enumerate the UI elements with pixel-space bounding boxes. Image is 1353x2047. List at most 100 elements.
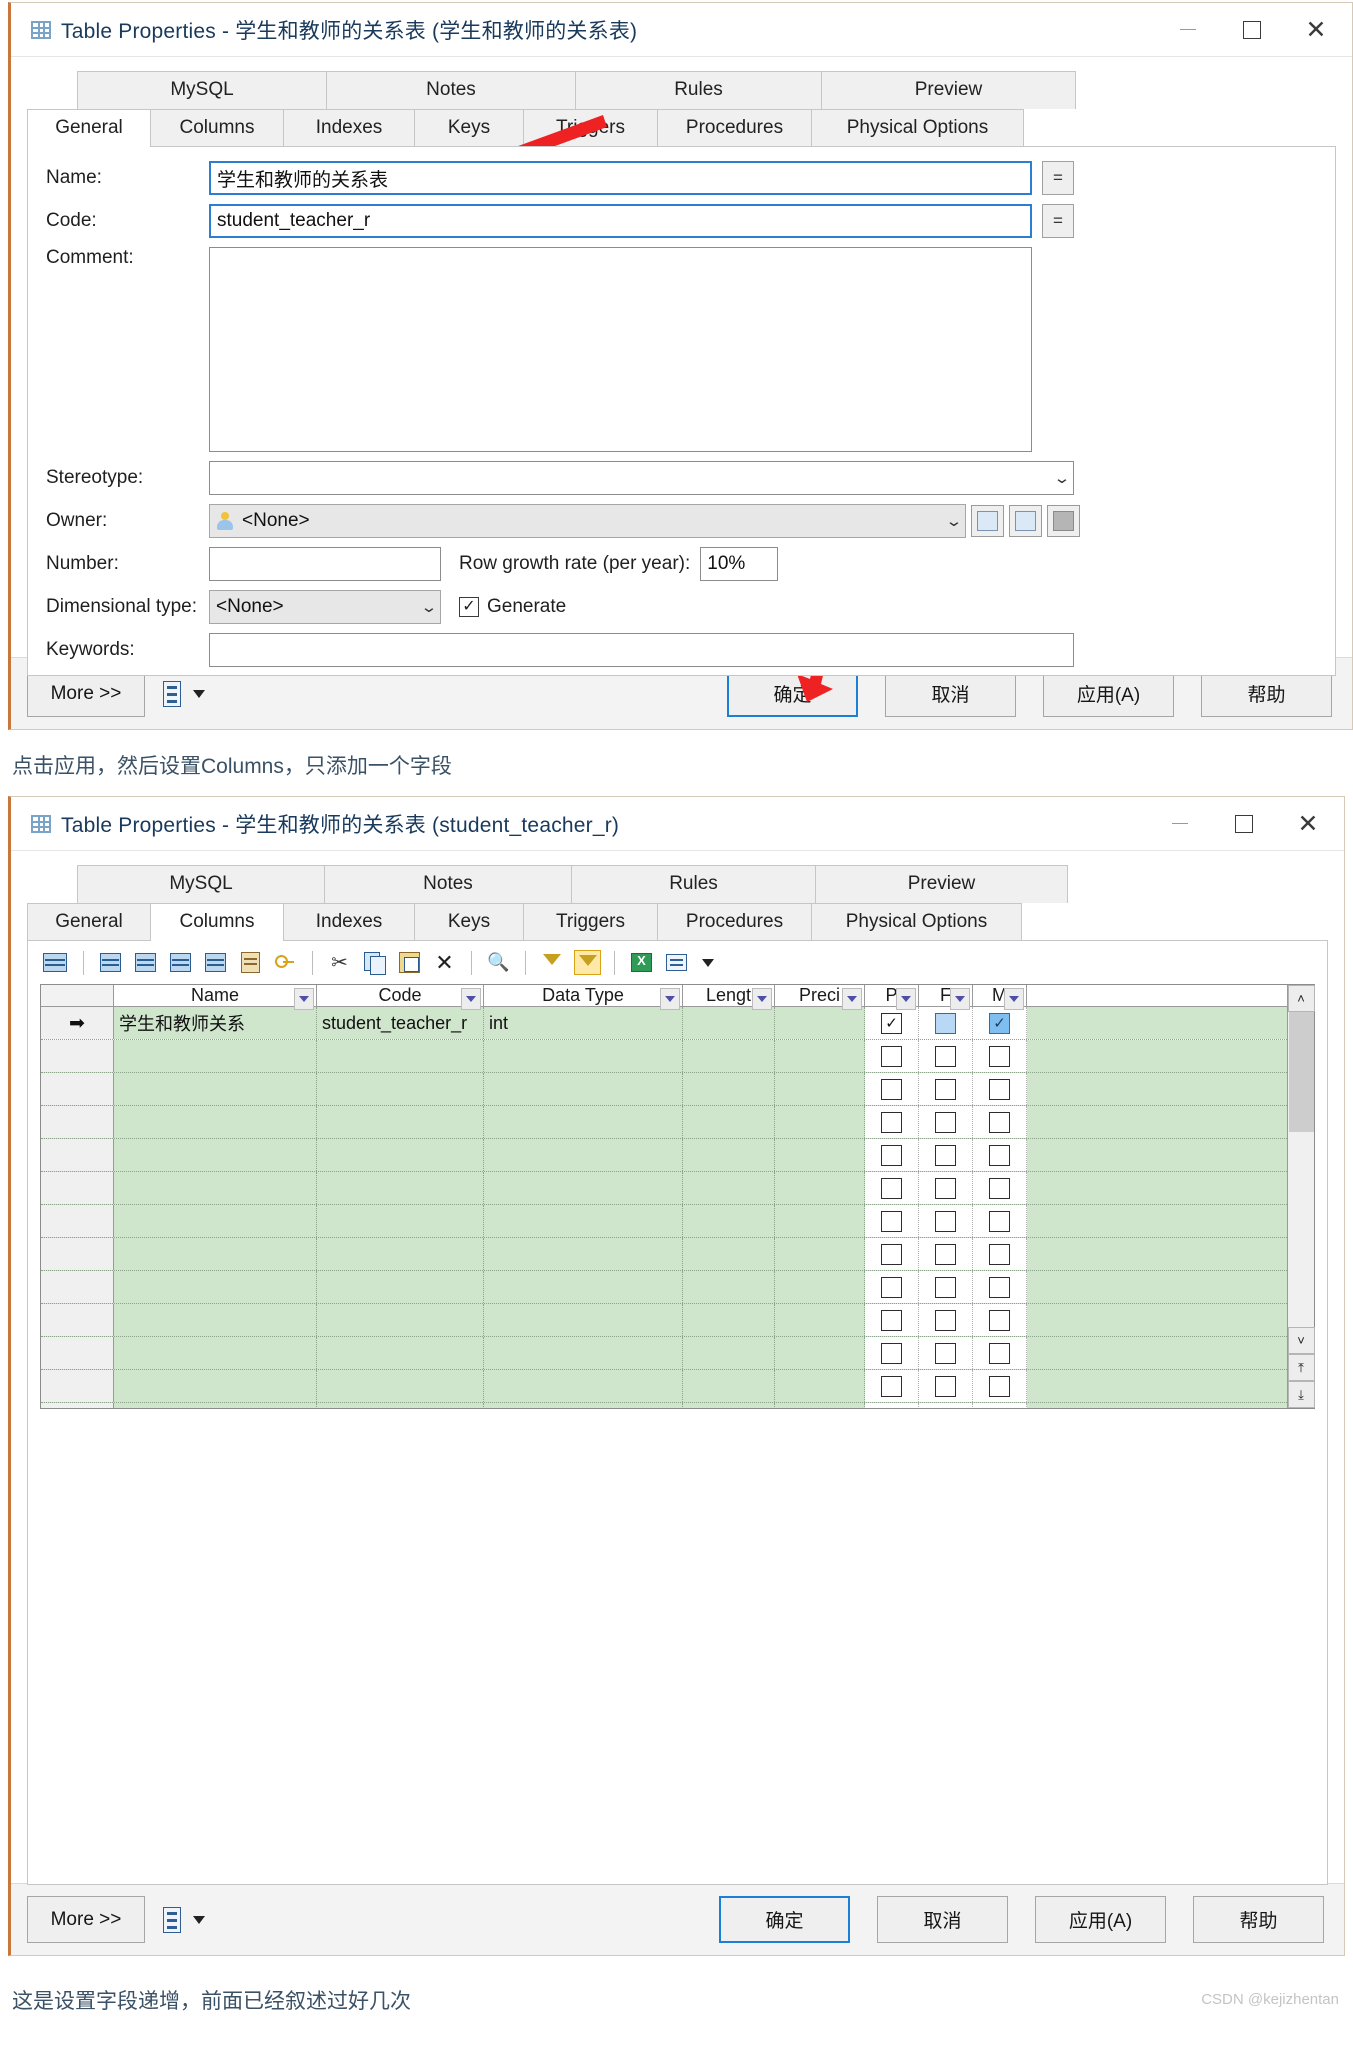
tab-indexes[interactable]: Indexes [283, 903, 415, 941]
cell-empty[interactable] [484, 1337, 683, 1369]
grid-header-data-type[interactable]: Data Type [484, 985, 683, 1010]
cell-empty[interactable] [317, 1337, 484, 1369]
foreign-key-checkbox[interactable] [935, 1012, 956, 1034]
print-icon[interactable] [663, 950, 690, 975]
find-icon[interactable]: 🔍 [485, 950, 512, 975]
add-column-icon[interactable] [167, 950, 194, 975]
cell-mandatory[interactable] [973, 1304, 1027, 1336]
cell-mandatory[interactable]: ✓ [973, 1007, 1027, 1039]
generate-checkbox[interactable]: ✓ [459, 597, 479, 617]
cell-empty[interactable] [484, 1271, 683, 1303]
maximize-icon[interactable] [1212, 799, 1276, 849]
tab-rules[interactable]: Rules [575, 71, 822, 109]
cell-foreign-key[interactable] [919, 1271, 973, 1303]
cell-primary-key[interactable] [865, 1370, 919, 1402]
cell-empty[interactable] [683, 1304, 775, 1336]
row-selector[interactable]: ➡ [41, 1007, 114, 1039]
cell-empty[interactable] [775, 1271, 865, 1303]
foreign-key-checkbox[interactable] [935, 1342, 956, 1364]
cell-empty[interactable] [484, 1172, 683, 1204]
apply-button[interactable]: 应用(A) [1035, 1896, 1166, 1943]
vertical-scrollbar[interactable]: ˄ ˅ ⤒ ⤓ [1287, 985, 1315, 1408]
filter-active-icon[interactable] [574, 950, 601, 975]
cell-empty[interactable] [484, 1238, 683, 1270]
mandatory-checkbox[interactable] [989, 1045, 1010, 1067]
table-row-empty[interactable] [41, 1205, 1287, 1238]
row-selector[interactable] [41, 1238, 114, 1270]
tab-columns[interactable]: Columns [150, 903, 284, 941]
tab-general[interactable]: General [27, 109, 151, 147]
tab-indexes[interactable]: Indexes [283, 109, 415, 147]
cell-empty[interactable] [683, 1172, 775, 1204]
cell-foreign-key[interactable] [919, 1304, 973, 1336]
tab-procedures[interactable]: Procedures [657, 903, 812, 941]
cell-foreign-key[interactable] [919, 1205, 973, 1237]
cell-empty[interactable] [484, 1139, 683, 1171]
foreign-key-checkbox[interactable] [935, 1210, 956, 1232]
cell-empty[interactable] [484, 1205, 683, 1237]
cell-foreign-key[interactable] [919, 1238, 973, 1270]
foreign-key-checkbox[interactable] [935, 1144, 956, 1166]
cell-empty[interactable] [775, 1106, 865, 1138]
cell-primary-key[interactable] [865, 1106, 919, 1138]
cell-primary-key[interactable] [865, 1139, 919, 1171]
row-growth-input[interactable]: 10% [700, 547, 779, 581]
number-input[interactable] [209, 547, 441, 581]
minimize-icon[interactable] [1156, 5, 1220, 55]
copy-icon[interactable] [361, 950, 388, 975]
table-row-empty[interactable] [41, 1238, 1287, 1271]
cell-empty[interactable] [114, 1139, 317, 1171]
foreign-key-checkbox[interactable] [935, 1045, 956, 1067]
chevron-down-icon[interactable] [896, 988, 916, 1010]
grid-header-m[interactable]: M [973, 985, 1027, 1010]
insert-row-icon[interactable] [97, 950, 124, 975]
create-owner-button[interactable] [971, 505, 1004, 537]
cell-foreign-key[interactable] [919, 1403, 973, 1408]
cell-foreign-key[interactable] [919, 1007, 973, 1039]
page-down-icon[interactable]: ⤓ [1287, 1381, 1315, 1408]
cell-mandatory[interactable] [973, 1139, 1027, 1171]
browse-owner-button[interactable] [1009, 505, 1042, 537]
row-selector[interactable] [41, 1106, 114, 1138]
cell-empty[interactable] [683, 1040, 775, 1072]
cell-empty[interactable] [114, 1172, 317, 1204]
foreign-key-checkbox[interactable] [935, 1309, 956, 1331]
filter-icon[interactable] [539, 950, 566, 975]
dimensional-type-combobox[interactable]: <None> ⌄ [209, 590, 441, 624]
cell-empty[interactable] [775, 1238, 865, 1270]
cell-empty[interactable] [775, 1403, 865, 1408]
row-selector[interactable] [41, 1304, 114, 1336]
primary-key-checkbox[interactable] [881, 1276, 902, 1298]
tab-triggers[interactable]: Triggers [523, 109, 658, 147]
cell-empty[interactable] [317, 1304, 484, 1336]
cell-empty[interactable] [114, 1205, 317, 1237]
cell-foreign-key[interactable] [919, 1139, 973, 1171]
cell-empty[interactable] [683, 1073, 775, 1105]
cell-empty[interactable] [683, 1271, 775, 1303]
row-selector[interactable] [41, 1403, 114, 1408]
chevron-down-icon[interactable] [950, 988, 970, 1010]
primary-key-checkbox[interactable] [881, 1309, 902, 1331]
primary-key-checkbox[interactable] [881, 1111, 902, 1133]
cell-empty[interactable] [683, 1139, 775, 1171]
cell-primary-key[interactable] [865, 1238, 919, 1270]
row-selector[interactable] [41, 1271, 114, 1303]
cell-primary-key[interactable] [865, 1040, 919, 1072]
cell-empty[interactable] [683, 1370, 775, 1402]
cell-empty[interactable] [775, 1337, 865, 1369]
tab-preview[interactable]: Preview [821, 71, 1076, 109]
cell-mandatory[interactable] [973, 1106, 1027, 1138]
cell-mandatory[interactable] [973, 1370, 1027, 1402]
cell-empty[interactable] [775, 1205, 865, 1237]
generate-checkbox-group[interactable]: ✓ Generate [459, 596, 566, 618]
cell-data-type[interactable]: int [484, 1007, 683, 1039]
replace-column-icon[interactable] [202, 950, 229, 975]
chevron-down-icon[interactable] [294, 988, 314, 1010]
cell-primary-key[interactable]: ✓ [865, 1007, 919, 1039]
cell-mandatory[interactable] [973, 1073, 1027, 1105]
print-dropdown-icon[interactable] [193, 1915, 205, 1924]
owner-combobox[interactable]: <None> ⌄ [209, 504, 966, 538]
table-row-empty[interactable] [41, 1370, 1287, 1403]
cell-mandatory[interactable] [973, 1337, 1027, 1369]
cell-mandatory[interactable] [973, 1403, 1027, 1408]
